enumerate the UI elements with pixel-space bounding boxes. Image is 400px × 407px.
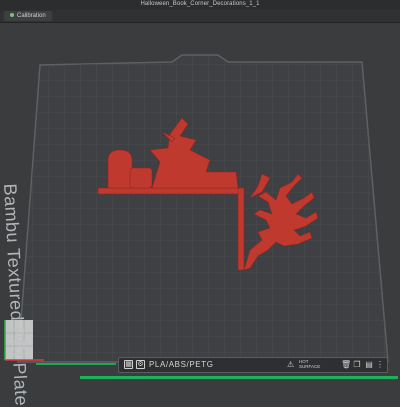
surface-line2: SURFACE	[299, 364, 321, 369]
tab-label: Calibration	[17, 13, 46, 19]
viewport-scene	[4, 54, 389, 363]
warning-icon: ⚠	[287, 360, 295, 369]
copy-icon[interactable]: ❐	[353, 360, 361, 369]
tab-bar: Calibration	[0, 10, 400, 23]
trash-icon[interactable]: 🗑	[341, 360, 351, 369]
arrange-icon[interactable]: ▤	[365, 360, 373, 369]
surface-warning: HOT SURFACE	[299, 359, 320, 369]
3d-viewport[interactable]: Bambu Textured PEI Plate	[0, 23, 400, 407]
plate-toolbar: ▦ ⚙ PLA/ABS/PETG ⚠ HOT SURFACE 🗑 ❐ ▤ ⋮	[118, 357, 388, 373]
more-icon[interactable]: ⋮	[376, 360, 384, 369]
plate-settings-icon[interactable]: ⚙	[136, 360, 145, 369]
window-title: Halloween_Book_Corner_Decorations_1_1	[140, 1, 260, 7]
slice-progress-fill	[80, 376, 398, 379]
status-indicator-line	[36, 363, 116, 365]
tab-status-icon	[10, 13, 14, 18]
lock-icon[interactable]: ▦	[124, 360, 133, 369]
plate-grid	[18, 55, 388, 362]
tab-calibration[interactable]: Calibration	[4, 11, 52, 21]
slice-progress-bar	[80, 376, 398, 379]
filament-type: PLA/ABS/PETG	[149, 360, 214, 369]
